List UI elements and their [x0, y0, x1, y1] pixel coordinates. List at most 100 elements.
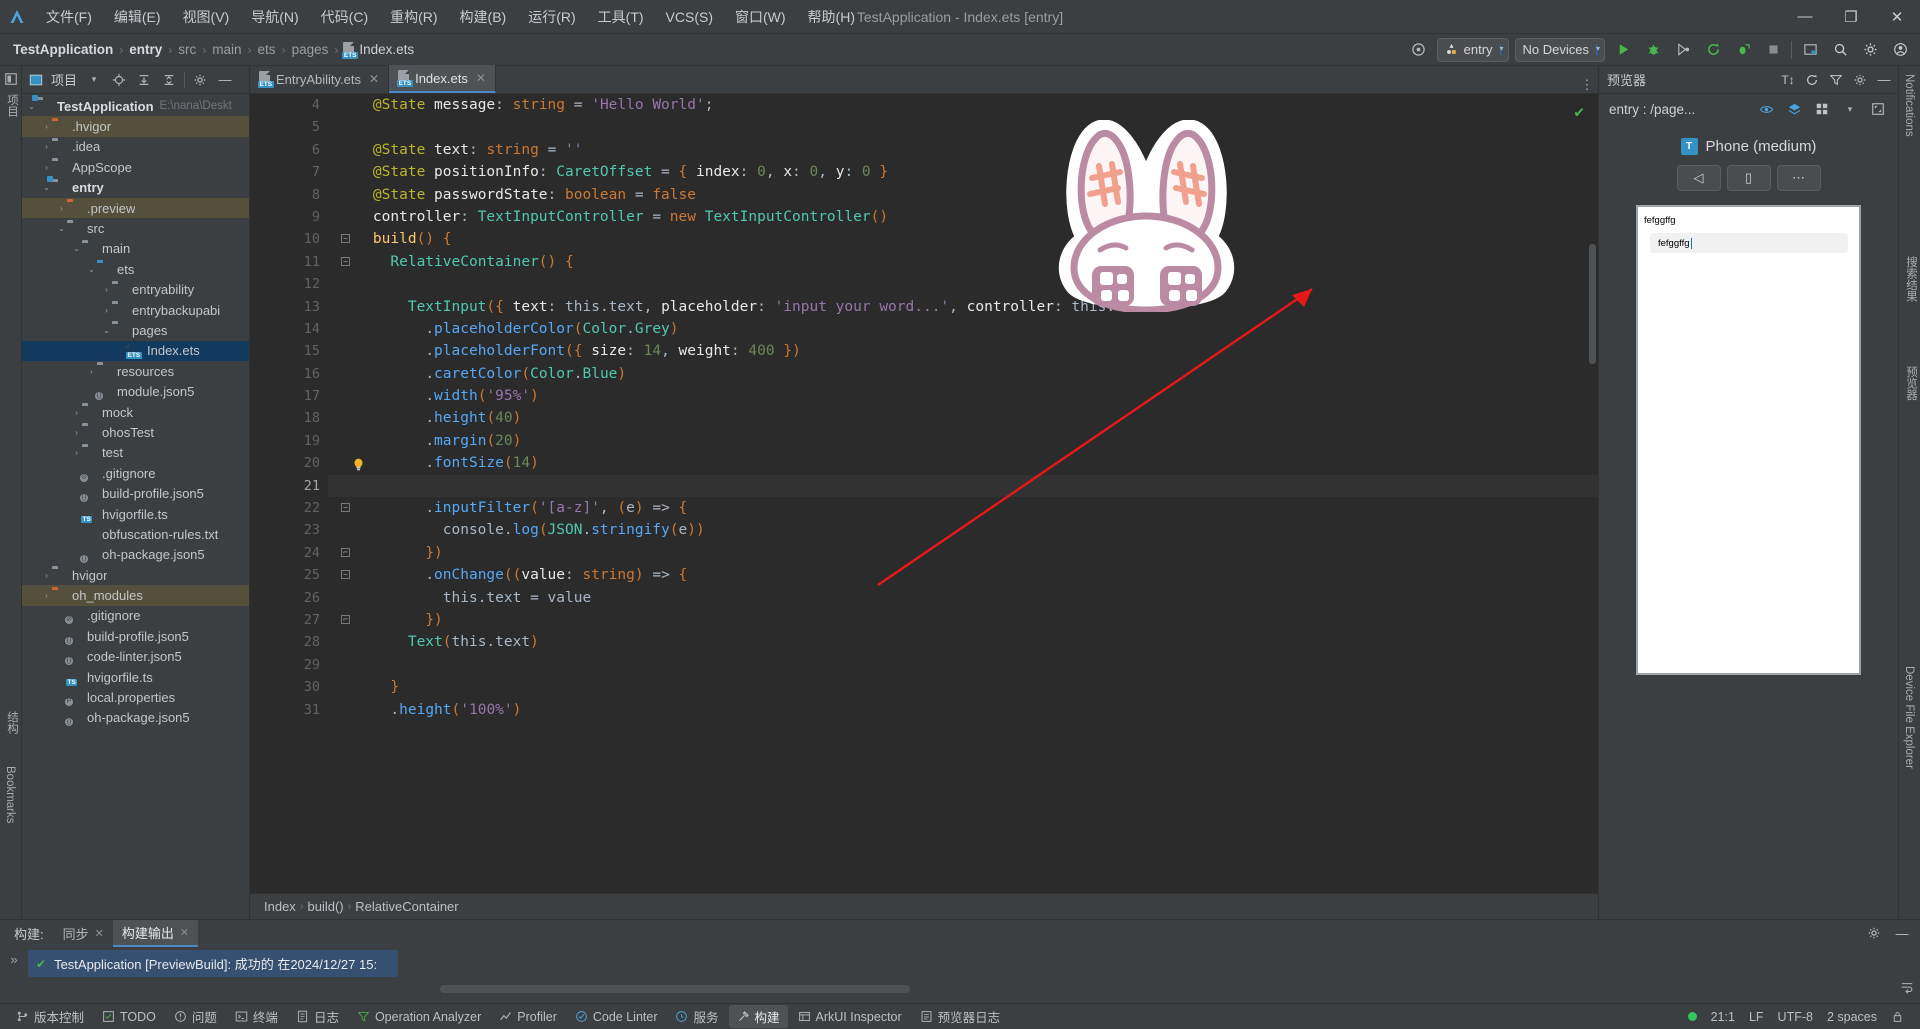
menu-run[interactable]: 运行(R)	[518, 3, 585, 31]
tree-expand-arrow[interactable]: ›	[101, 285, 112, 294]
tree-item-build-profile-json5[interactable]: {} build-profile.json5	[22, 626, 249, 646]
tree-item-oh-modules[interactable]: › oh_modules	[22, 585, 249, 606]
breadcrumb-item-ets[interactable]: ets	[253, 40, 281, 59]
status-arkui-inspector[interactable]: ArkUI Inspector	[790, 1008, 910, 1026]
indent-setting[interactable]: 2 spaces	[1827, 1010, 1877, 1024]
tree-item-oh-package-json5[interactable]: {} oh-package.json5	[22, 545, 249, 565]
tree-item-hvigor[interactable]: › hvigor	[22, 565, 249, 585]
code-line[interactable]	[338, 116, 1598, 138]
inspector-icon[interactable]	[1826, 70, 1846, 90]
build-panel-actions[interactable]: —	[1864, 923, 1920, 943]
device-selector[interactable]: No Devices ▾	[1514, 37, 1605, 62]
tree-item-appscope[interactable]: › AppScope	[22, 157, 249, 177]
account-icon[interactable]	[1888, 38, 1912, 62]
menu-bar[interactable]: 文件(F) 编辑(E) 视图(V) 导航(N) 代码(C) 重构(R) 构建(B…	[36, 3, 865, 31]
close-button[interactable]: ✕	[1874, 0, 1920, 34]
close-icon[interactable]: ✕	[369, 72, 379, 86]
tree-item-test[interactable]: › test	[22, 443, 249, 463]
tree-item-oh-package-json5[interactable]: {} oh-package.json5	[22, 708, 249, 728]
status-services[interactable]: 服务	[667, 1005, 726, 1028]
project-structure-icon[interactable]	[1798, 38, 1822, 62]
tree-item--idea[interactable]: › .idea	[22, 137, 249, 157]
tab-sync[interactable]: 同步 ✕	[54, 921, 113, 946]
breadcrumb-item-main[interactable]: main	[207, 40, 246, 59]
tree-expand-arrow[interactable]: ›	[41, 163, 52, 172]
status-terminal[interactable]: 终端	[227, 1005, 286, 1028]
hide-panel-icon[interactable]: —	[215, 70, 235, 90]
build-output-right-icons[interactable]	[1900, 981, 1914, 995]
status-log[interactable]: 日志	[288, 1005, 347, 1028]
rail-label-project[interactable]: 项目	[4, 94, 20, 117]
rail-label-device-file-explorer[interactable]: Device File Explorer	[1903, 666, 1915, 769]
gear-icon[interactable]	[1858, 38, 1882, 62]
menu-tools[interactable]: 工具(T)	[588, 3, 654, 31]
expand-all-icon[interactable]	[134, 70, 154, 90]
project-tree[interactable]: ⌄ TestApplication E:\nana\Deskt › .hvigor › .i…	[22, 94, 249, 919]
maximize-restore-button[interactable]: ❐	[1828, 0, 1874, 34]
rail-label-notifications[interactable]: Notifications	[1903, 74, 1915, 137]
code-line[interactable]: })	[338, 542, 1598, 564]
breadcrumb[interactable]: TestApplication › entry › src › main › e…	[8, 40, 418, 60]
expand-icon[interactable]: »	[10, 952, 17, 967]
close-icon[interactable]: ✕	[180, 926, 189, 939]
previewer-buttons[interactable]: ◁ ▯ ⋯	[1599, 159, 1898, 201]
stop-button[interactable]	[1761, 38, 1785, 62]
rail-project-icon[interactable]	[0, 72, 22, 86]
tree-expand-arrow[interactable]: ⌄	[71, 244, 82, 253]
previewer-page-row[interactable]: entry : /page... ▾	[1599, 94, 1898, 124]
tree-expand-arrow[interactable]: ⌄	[101, 326, 112, 335]
code-line[interactable]	[338, 273, 1598, 295]
build-output-item[interactable]: ✔ TestApplication [PreviewBuild]: 成功的 在2…	[28, 950, 398, 977]
code-line[interactable]: .onChange((value: string) => {	[338, 564, 1598, 586]
breadcrumb-item-project[interactable]: TestApplication	[8, 40, 118, 59]
tree-item-entryability[interactable]: › entryability	[22, 280, 249, 300]
code-line[interactable]: controller: TextInputController = new Te…	[338, 206, 1598, 228]
menu-vcs[interactable]: VCS(S)	[656, 5, 723, 29]
tree-expand-arrow[interactable]: ›	[71, 408, 82, 417]
line-number-gutter[interactable]: 4 5 6 7 8 9 10−11− 12 13 14 15 16 17 18 19 20 21 22− 23 24 ⌐…	[250, 94, 363, 893]
target-icon[interactable]	[1407, 38, 1431, 62]
eye-icon[interactable]	[1756, 99, 1776, 119]
menu-file[interactable]: 文件(F)	[36, 3, 102, 31]
code-line[interactable]: @State text: string = ''	[338, 139, 1598, 161]
previewer-more-button[interactable]: ⋯	[1776, 165, 1821, 191]
code-content[interactable]: @State message: string = 'Hello World'; …	[328, 94, 1598, 893]
code-line[interactable]: })	[338, 609, 1598, 631]
tree-expand-arrow[interactable]: ⌄	[26, 102, 37, 111]
previewer-rotate-button[interactable]: ▯	[1726, 165, 1771, 191]
tree-item-ets[interactable]: ⌄ ets	[22, 259, 249, 279]
code-line[interactable]: RelativeContainer() {	[338, 251, 1598, 273]
close-icon[interactable]: ✕	[95, 927, 104, 940]
code-line[interactable]: TextInput({ text: this.text, placeholder…	[338, 296, 1598, 318]
code-line[interactable]: }	[338, 676, 1598, 698]
build-output-scrollbar[interactable]	[440, 985, 910, 993]
tree-expand-arrow[interactable]: ⌄	[86, 265, 97, 274]
locate-file-icon[interactable]	[109, 70, 129, 90]
tree-item-pages[interactable]: ⌄ pages	[22, 320, 249, 340]
lock-icon[interactable]	[1891, 1010, 1904, 1023]
code-line[interactable]: .height(40)	[338, 407, 1598, 429]
tree-expand-arrow[interactable]: ›	[41, 122, 52, 131]
code-line[interactable]: console.log(JSON.stringify(e))	[338, 519, 1598, 541]
editor-crumb-1[interactable]: build()	[307, 899, 343, 914]
phone-preview[interactable]: fefggffg fefggffg	[1636, 205, 1861, 675]
editor-scrollbar[interactable]	[1589, 244, 1596, 364]
search-icon[interactable]	[1828, 38, 1852, 62]
tree-item-code-linter-json5[interactable]: {} code-linter.json5	[22, 647, 249, 667]
status-todo[interactable]: TODO	[94, 1008, 164, 1026]
tree-item-obfuscation-rules-txt[interactable]: obfuscation-rules.txt	[22, 524, 249, 544]
code-line[interactable]: Text(this.text)	[338, 631, 1598, 653]
rail-label-previewer[interactable]: 预览器	[1903, 366, 1919, 401]
phone-text-input[interactable]: fefggffg	[1650, 233, 1848, 253]
menu-build[interactable]: 构建(B)	[450, 3, 517, 31]
tree-item-main[interactable]: ⌄ main	[22, 239, 249, 259]
breadcrumb-item-file[interactable]: ETS Index.ets	[339, 40, 418, 60]
tree-item-resources[interactable]: › resources	[22, 361, 249, 381]
code-line[interactable]: build() {	[338, 228, 1598, 250]
code-editor[interactable]: 4 5 6 7 8 9 10−11− 12 13 14 15 16 17 18 19 20 21 22− 23 24 ⌐…	[250, 94, 1598, 893]
layers-icon[interactable]	[1784, 99, 1804, 119]
chevron-down-icon[interactable]: ▾	[84, 70, 104, 90]
breadcrumb-item-entry[interactable]: entry	[124, 40, 167, 59]
code-line[interactable]: .width('95%')	[338, 385, 1598, 407]
gear-icon[interactable]	[1864, 923, 1884, 943]
